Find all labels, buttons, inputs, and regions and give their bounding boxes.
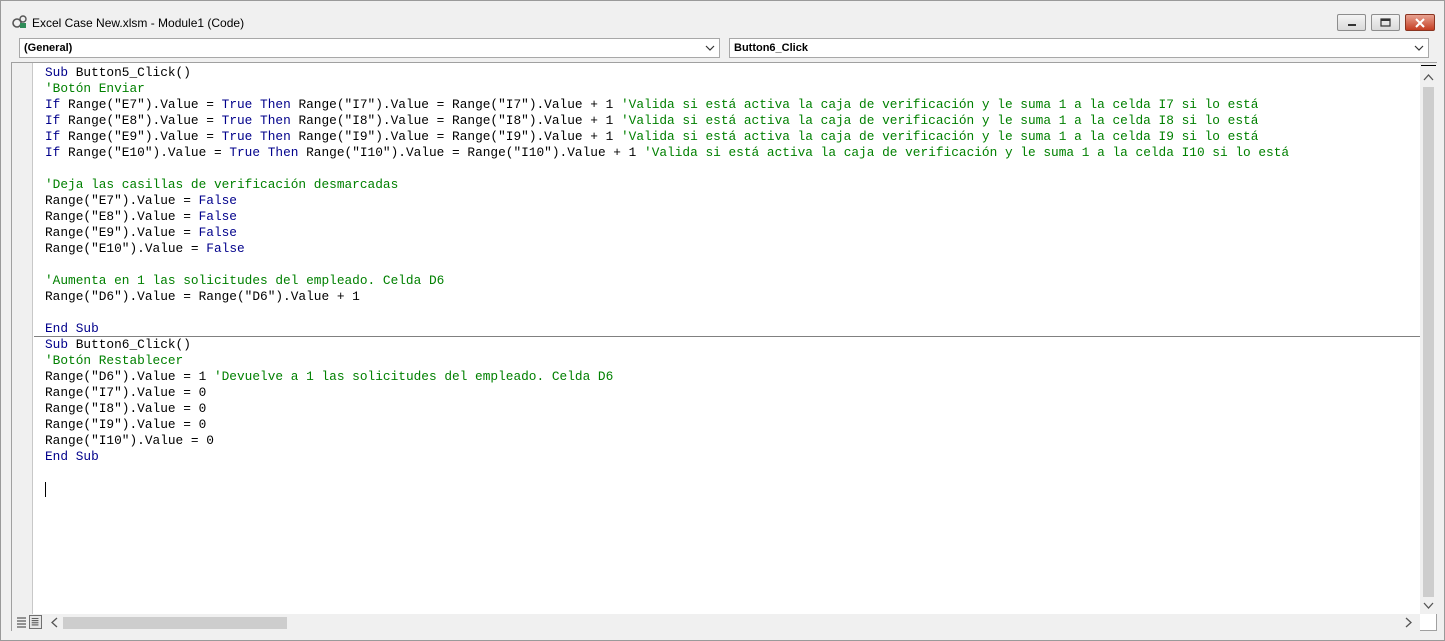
code-editor[interactable]: Sub Button5_Click() 'Botón Enviar If Ran… [11,62,1437,631]
code-keyword: False [198,209,237,224]
code-line[interactable]: End Sub [45,449,99,465]
code-keyword: If [45,145,69,160]
vba-project-icon [12,15,27,28]
code-line[interactable]: If Range("E9").Value = True Then Range("… [45,129,1258,145]
procedure-separator [34,336,1420,337]
code-keyword: Sub [45,65,76,80]
code-area[interactable]: Sub Button5_Click() 'Botón Enviar If Ran… [34,63,1420,614]
full-module-view-icon[interactable] [29,615,42,629]
vertical-scrollbar[interactable] [1420,63,1437,614]
scroll-right-icon[interactable] [1404,617,1413,628]
code-comment: 'Botón Restablecer [45,353,184,368]
code-line[interactable]: Sub Button5_Click() [45,65,191,81]
code-line[interactable]: End Sub [45,321,99,337]
code-comment: 'Deja las casillas de verificación desma… [45,177,399,192]
code-text: Button5_Click() [75,65,191,80]
code-line[interactable]: 'Deja las casillas de verificación desma… [45,177,398,193]
code-line[interactable]: Range("E7").Value = False [45,193,237,209]
code-text: Range("I8").Value = 0 [45,401,207,416]
code-text: Range("E8").Value = [45,209,199,224]
code-line[interactable]: Range("D6").Value = Range("D6").Value + … [45,289,360,305]
code-text: Range("E7").Value = [68,97,222,112]
code-text: Range("I9").Value = Range("I9").Value + … [298,129,621,144]
code-keyword: True Then [221,113,299,128]
code-comment: 'Aumenta en 1 las solicitudes del emplea… [45,273,445,288]
code-keyword: If [45,113,69,128]
close-button[interactable] [1405,14,1435,31]
code-text: Range("E10").Value = [45,241,207,256]
code-text: Range("I7").Value = Range("I7").Value + … [298,97,621,112]
code-line[interactable]: Range("E8").Value = False [45,209,237,225]
code-text: Range("I9").Value = 0 [45,417,207,432]
code-keyword: True Then [221,97,299,112]
split-bar[interactable] [1421,65,1436,66]
code-text: Range("D6").Value = Range("D6").Value + … [45,289,360,304]
code-line[interactable]: If Range("E8").Value = True Then Range("… [45,113,1258,129]
title-bar[interactable]: Excel Case New.xlsm - Module1 (Code) [1,1,1444,35]
minimize-icon [1347,23,1356,26]
code-keyword: Sub [45,337,76,352]
code-comment: 'Devuelve a 1 las solicitudes del emplea… [213,369,614,384]
code-line[interactable]: Range("E10").Value = False [45,241,245,257]
text-cursor [45,482,46,497]
code-text: Range("I10").Value = 0 [45,433,214,448]
vertical-scroll-thumb[interactable] [1423,87,1434,597]
vba-code-window: Excel Case New.xlsm - Module1 (Code) (Ge… [0,0,1445,641]
scroll-down-icon[interactable] [1423,601,1434,610]
code-line[interactable]: Range("D6").Value = 1 'Devuelve a 1 las … [45,369,613,385]
code-keyword: True Then [229,145,307,160]
code-comment: 'Valida si está activa la caja de verifi… [620,97,1259,112]
code-keyword: False [206,241,245,256]
code-keyword: If [45,97,69,112]
object-combo-value: (General) [24,42,73,54]
horizontal-scroll-thumb[interactable] [63,617,287,629]
code-line[interactable]: Range("I9").Value = 0 [45,417,206,433]
code-line[interactable]: Range("I7").Value = 0 [45,385,206,401]
code-line[interactable]: 'Botón Restablecer [45,353,183,369]
object-combo[interactable]: (General) [19,38,720,58]
code-line[interactable]: 'Aumenta en 1 las solicitudes del emplea… [45,273,444,289]
code-text: Range("E10").Value = [68,145,230,160]
chevron-down-icon[interactable] [704,42,716,54]
code-text: Button6_Click() [75,337,191,352]
bottom-bar [12,614,1420,631]
procedure-combo-value: Button6_Click [734,42,808,54]
scroll-left-icon[interactable] [50,617,59,628]
close-icon [1415,17,1425,28]
maximize-button[interactable] [1371,14,1400,31]
code-line[interactable]: Range("I10").Value = 0 [45,433,214,449]
minimize-button[interactable] [1337,14,1366,31]
scroll-up-icon[interactable] [1423,73,1434,82]
code-text: Range("D6").Value = 1 [45,369,214,384]
window-title: Excel Case New.xlsm - Module1 (Code) [32,16,245,30]
code-line[interactable]: Sub Button6_Click() [45,337,191,353]
code-text: Range("E7").Value = [45,193,199,208]
code-line[interactable]: 'Botón Enviar [45,81,145,97]
code-keyword: End Sub [45,449,99,464]
code-text: Range("E9").Value = [68,129,222,144]
code-line[interactable]: If Range("E7").Value = True Then Range("… [45,97,1258,113]
code-line[interactable]: Range("I8").Value = 0 [45,401,206,417]
code-text: Range("E9").Value = [45,225,199,240]
code-keyword: False [198,225,237,240]
code-line[interactable]: If Range("E10").Value = True Then Range(… [45,145,1289,161]
code-keyword: End Sub [45,321,99,336]
chevron-down-icon[interactable] [1413,42,1425,54]
code-comment: 'Valida si está activa la caja de verifi… [620,113,1259,128]
code-keyword: False [198,193,237,208]
margin-indicator-bar[interactable] [12,63,33,614]
restore-icon [1380,18,1391,27]
code-comment: 'Valida si está activa la caja de verifi… [620,129,1259,144]
code-text: Range("I7").Value = 0 [45,385,207,400]
code-text: Range("E8").Value = [68,113,222,128]
procedure-view-icon[interactable] [15,615,28,629]
code-text: Range("I10").Value = Range("I10").Value … [306,145,645,160]
code-text: Range("I8").Value = Range("I8").Value + … [298,113,621,128]
code-comment: 'Valida si está activa la caja de verifi… [644,145,1290,160]
code-line[interactable]: Range("E9").Value = False [45,225,237,241]
code-comment: 'Botón Enviar [45,81,145,96]
code-keyword: True Then [221,129,299,144]
procedure-combo[interactable]: Button6_Click [729,38,1429,58]
code-keyword: If [45,129,69,144]
